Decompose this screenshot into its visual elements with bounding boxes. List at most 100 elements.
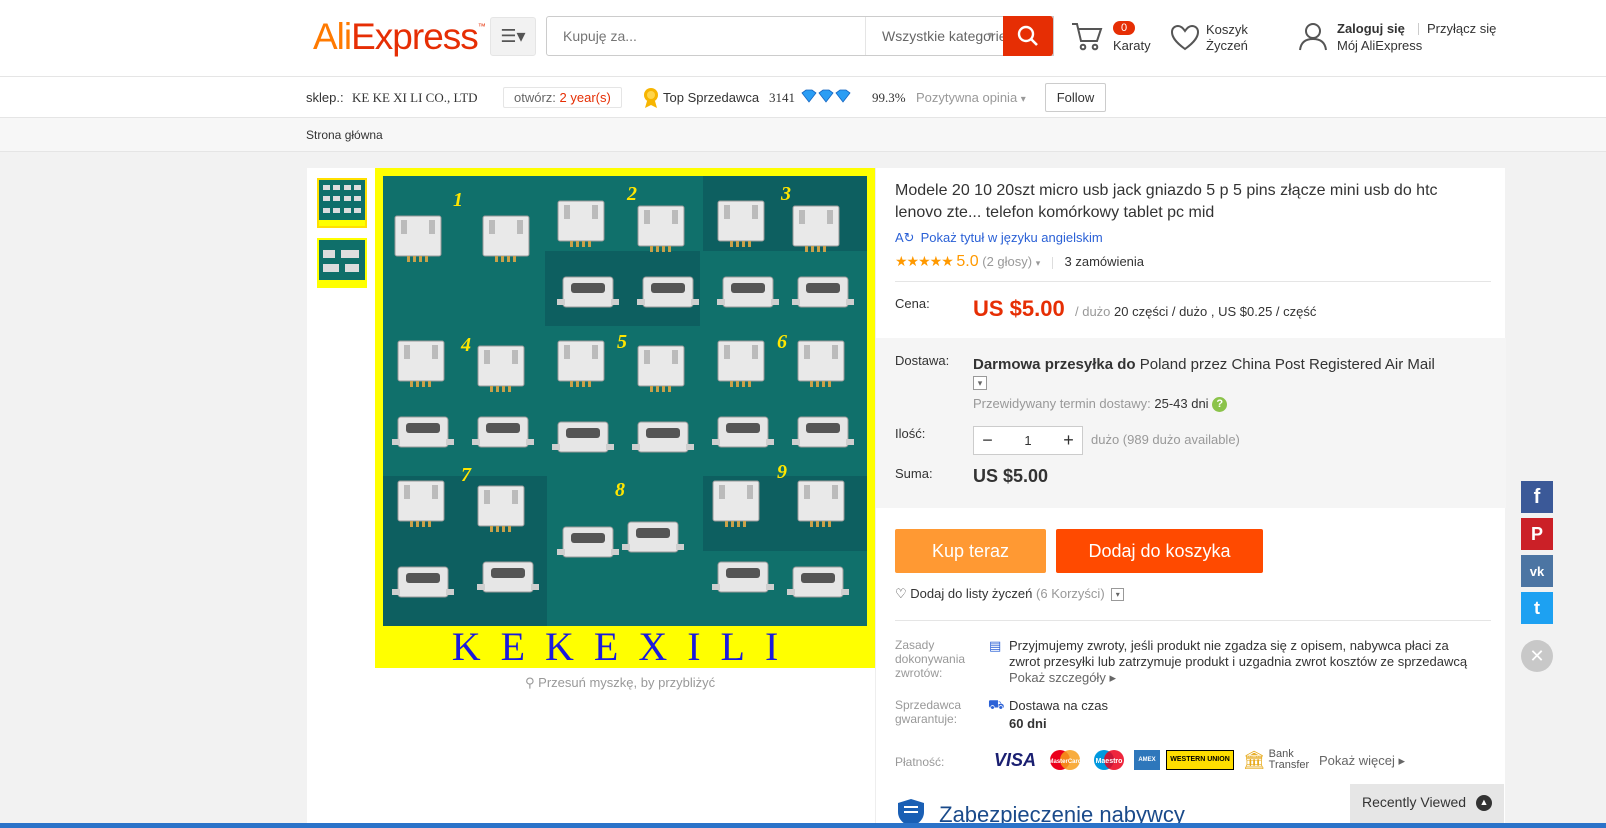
cart-icon xyxy=(1072,23,1103,51)
rating-stars[interactable]: ★★★★★ xyxy=(895,253,954,269)
main-product-image[interactable]: 1 2 3 4 5 6 7 8 9 KEKEXILI xyxy=(375,168,875,668)
price-unit-prefix: / dużo xyxy=(1075,304,1111,319)
returns-details-link[interactable]: Pokaż szczegóły ▸ xyxy=(1009,670,1116,685)
recently-viewed-tab[interactable]: Recently Viewed ▲ xyxy=(1350,784,1504,828)
payment-methods: VISA MasterCard Maestro AMEX WESTERN UNI… xyxy=(990,748,1312,772)
returns-label: Zasady dokonywania zwrotów: xyxy=(895,638,966,680)
product-photo: 1 2 3 4 5 6 7 8 9 xyxy=(383,176,867,626)
quantity-stepper: − 1 + xyxy=(973,426,1083,455)
close-icon: ✕ xyxy=(1529,646,1545,666)
returns-policy-text: Przyjmujemy zwroty, jeśli produkt nie zg… xyxy=(1009,638,1468,669)
medal-icon xyxy=(642,87,660,112)
categories-menu-button[interactable]: ☰▾ xyxy=(490,17,536,56)
delivery-label: Dostawa: xyxy=(895,353,950,368)
hamburger-icon: ☰▾ xyxy=(500,26,526,46)
show-english-title-link[interactable]: A↻ Pokaż tytuł w języku angielskim xyxy=(895,230,1103,246)
photo-label-4: 4 xyxy=(460,334,471,356)
zoom-hint: ⚲ Przesuń myszkę, by przybliżyć xyxy=(525,675,715,691)
total-price: US $5.00 xyxy=(973,466,1049,486)
chevron-down-icon: ▾ xyxy=(1020,94,1026,105)
wishlist-label-line2: Życzeń xyxy=(1206,38,1248,53)
truck-icon: ⛟ xyxy=(988,697,1005,712)
shipping-dropdown-toggle[interactable]: ▾ xyxy=(973,376,987,390)
open-value: 2 year(s) xyxy=(559,90,611,105)
cart-count-badge: 0 xyxy=(1113,21,1136,35)
product-info: Modele 20 10 20szt micro usb jack gniazd… xyxy=(875,168,1506,828)
payment-show-more-text: Pokaż więcej xyxy=(1319,753,1395,768)
store-name-link[interactable]: KE KE XI LI CO., LTD xyxy=(352,90,478,106)
positive-label: Pozytywna opinia xyxy=(916,90,1018,105)
pinterest-share-button[interactable]: P xyxy=(1521,518,1553,550)
open-label: otwórz: xyxy=(514,90,556,105)
chevron-down-icon[interactable]: ▾ xyxy=(1111,588,1125,602)
aliexpress-logo[interactable]: AliExpress™ xyxy=(313,16,486,58)
quantity-decrease-button[interactable]: − xyxy=(974,427,1001,454)
wishlist-link[interactable]: Koszyk Życzeń xyxy=(1170,20,1280,60)
shipping-route-text: Poland przez China Post Registered Air M… xyxy=(1139,356,1435,373)
vk-share-button[interactable]: vk xyxy=(1521,555,1553,587)
product-price: US $5.00 xyxy=(973,296,1065,321)
shipping-method[interactable]: Darmowa przesyłka do Poland przez China … xyxy=(973,356,1435,373)
amex-logo: AMEX xyxy=(1134,750,1160,770)
twitter-icon: t xyxy=(1534,597,1540,618)
photo-label-2: 2 xyxy=(626,183,637,205)
divider xyxy=(895,620,1491,621)
rating-votes[interactable]: (2 głosy) xyxy=(982,254,1032,269)
image-watermark: KEKEXILI xyxy=(451,624,799,669)
heart-plus-icon: ♡ xyxy=(895,586,907,601)
store-score[interactable]: 3141 xyxy=(769,90,795,106)
bank-text-2: Transfer xyxy=(1268,759,1310,771)
product-title: Modele 20 10 20szt micro usb jack gniazd… xyxy=(895,182,1438,221)
guarantee-on-time: Dostawa na czas xyxy=(1009,698,1108,713)
thumbnail-2[interactable] xyxy=(317,238,367,288)
quantity-input[interactable]: 1 xyxy=(1001,427,1055,454)
search-button[interactable] xyxy=(1003,16,1053,56)
wishlist-label: Koszyk Życzeń xyxy=(1206,22,1248,54)
returns-icon: ▤ xyxy=(989,638,1002,653)
chevron-down-icon[interactable]: ▾ xyxy=(1036,258,1041,268)
chevron-down-icon: ▾ xyxy=(987,30,993,41)
positive-feedback-dropdown[interactable]: Pozytywna opinia ▾ xyxy=(916,90,1026,105)
sign-in-link[interactable]: Zaloguj się xyxy=(1337,21,1405,36)
help-icon[interactable]: ? xyxy=(1212,397,1228,413)
store-home-link[interactable]: Strona główna xyxy=(306,128,383,142)
photo-label-8: 8 xyxy=(615,479,625,501)
photo-label-1: 1 xyxy=(453,189,463,211)
buy-now-button[interactable]: Kup teraz xyxy=(895,529,1046,573)
price-label: Cena: xyxy=(895,296,930,311)
facebook-share-button[interactable]: f xyxy=(1521,481,1553,513)
account-area: Zaloguj się Przyłącz się Mój AliExpress xyxy=(1297,18,1517,58)
photo-label-6: 6 xyxy=(777,331,787,353)
total-label: Suma: xyxy=(895,466,933,481)
twitter-share-button[interactable]: t xyxy=(1521,592,1553,624)
positive-percent: 99.3% xyxy=(872,90,906,105)
close-share-button[interactable]: ✕ xyxy=(1521,640,1553,672)
quantity-increase-button[interactable]: + xyxy=(1055,427,1082,454)
photo-label-9: 9 xyxy=(777,461,787,483)
western-union-logo: WESTERN UNION xyxy=(1166,750,1234,770)
my-aliexpress-link[interactable]: Mój AliExpress xyxy=(1337,38,1422,53)
mastercard-logo: MasterCard xyxy=(1046,748,1084,772)
thumbnail-list xyxy=(317,178,369,298)
divider xyxy=(895,281,1491,282)
store-bar: sklep.: KE KE XI LI CO., LTD otwórz: 2 y… xyxy=(0,77,1606,118)
diamond-icons xyxy=(801,89,853,106)
recently-viewed-label: Recently Viewed xyxy=(1362,794,1467,810)
thumbnail-1[interactable] xyxy=(317,178,367,228)
payment-show-more-link[interactable]: Pokaż więcej ▸ xyxy=(1319,753,1405,769)
search-icon xyxy=(1017,25,1038,46)
add-to-wishlist-link[interactable]: ♡ Dodaj do listy życzeń (6 Korzyści) ▾ xyxy=(895,586,1125,602)
wishlist-text: Dodaj do listy życzeń xyxy=(910,586,1033,601)
cart-link[interactable]: 0 Karaty xyxy=(1070,18,1180,58)
quantity-available: dużo (989 dużo available) xyxy=(1091,432,1240,447)
add-to-cart-button[interactable]: Dodaj do koszyka xyxy=(1056,529,1263,573)
follow-button[interactable]: Follow xyxy=(1045,83,1106,112)
search-category-select[interactable]: Wszystkie kategorie ▾ xyxy=(865,17,1007,55)
returns-policy: Przyjmujemy zwroty, jeśli produkt nie zg… xyxy=(1009,638,1479,686)
join-link[interactable]: Przyłącz się xyxy=(1427,21,1496,36)
bottom-bar xyxy=(0,823,1606,828)
store-subnav: Strona główna xyxy=(0,118,1606,152)
chevron-up-icon: ▲ xyxy=(1476,795,1492,811)
search-input[interactable] xyxy=(547,17,865,55)
orders-count: 3 zamówienia xyxy=(1064,254,1145,269)
